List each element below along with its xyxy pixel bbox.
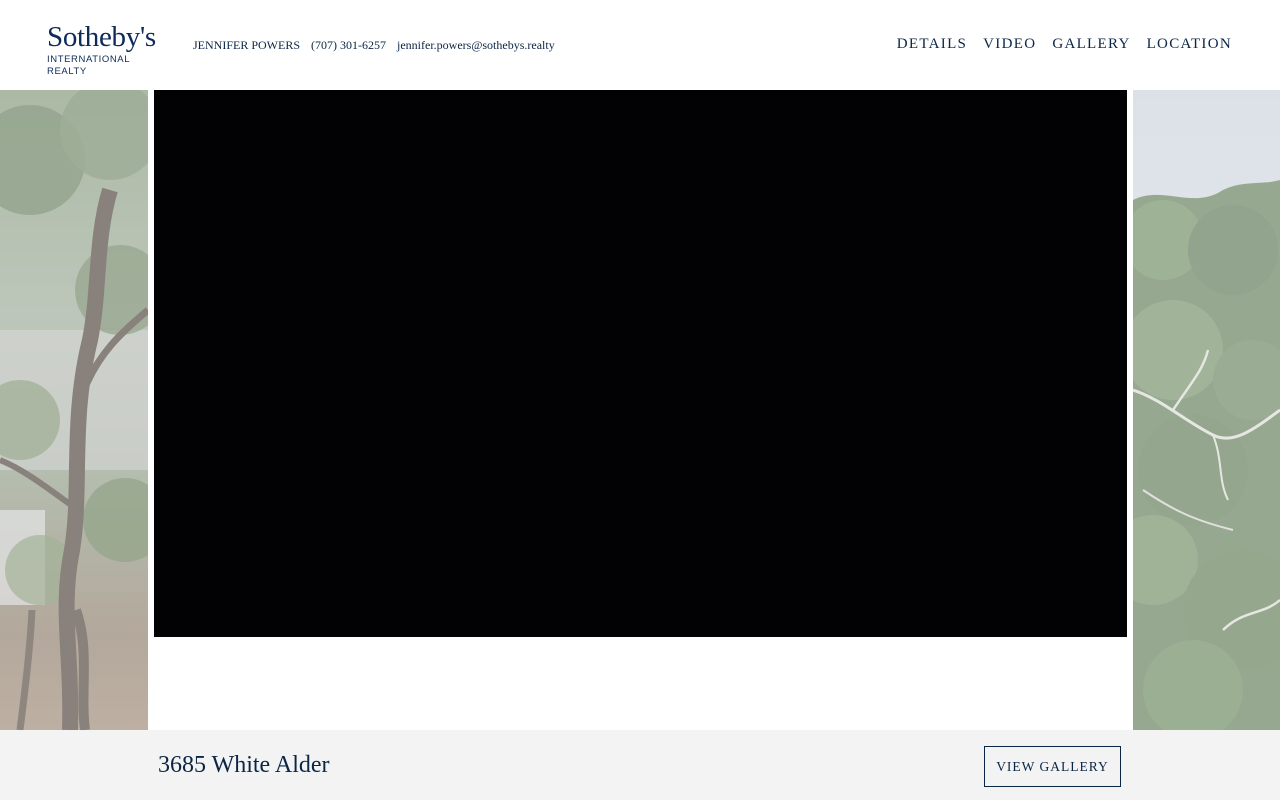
site-header: Sotheby's INTERNATIONAL REALTY JENNIFER …	[0, 0, 1280, 90]
view-gallery-button[interactable]: VIEW GALLERY	[984, 746, 1121, 787]
left-preview-image[interactable]	[0, 90, 148, 730]
agent-phone-link[interactable]: (707) 301-6257	[311, 38, 386, 54]
logo-subtitle: INTERNATIONAL REALTY	[47, 54, 130, 77]
main-nav: DETAILS VIDEO GALLERY LOCATION	[897, 36, 1232, 53]
logo-wordmark: Sotheby's	[47, 21, 156, 53]
agent-contact: JENNIFER POWERS (707) 301-6257 jennifer.…	[193, 38, 555, 54]
image-overlay	[1133, 90, 1280, 730]
agent-email-link[interactable]: jennifer.powers@sothebys.realty	[397, 38, 555, 54]
listing-footer-bar: 3685 White Alder VIEW GALLERY	[0, 730, 1280, 800]
right-preview-image[interactable]	[1133, 90, 1280, 730]
video-player[interactable]	[154, 90, 1127, 637]
nav-item-video[interactable]: VIDEO	[983, 36, 1036, 53]
agent-name: JENNIFER POWERS	[193, 38, 301, 52]
image-overlay	[0, 90, 148, 730]
nav-item-location[interactable]: LOCATION	[1147, 36, 1232, 53]
nav-item-details[interactable]: DETAILS	[897, 36, 967, 53]
property-address: 3685 White Alder	[158, 752, 330, 778]
sothebys-logo[interactable]: Sotheby's INTERNATIONAL REALTY	[47, 21, 167, 77]
nav-item-gallery[interactable]: GALLERY	[1052, 36, 1130, 53]
